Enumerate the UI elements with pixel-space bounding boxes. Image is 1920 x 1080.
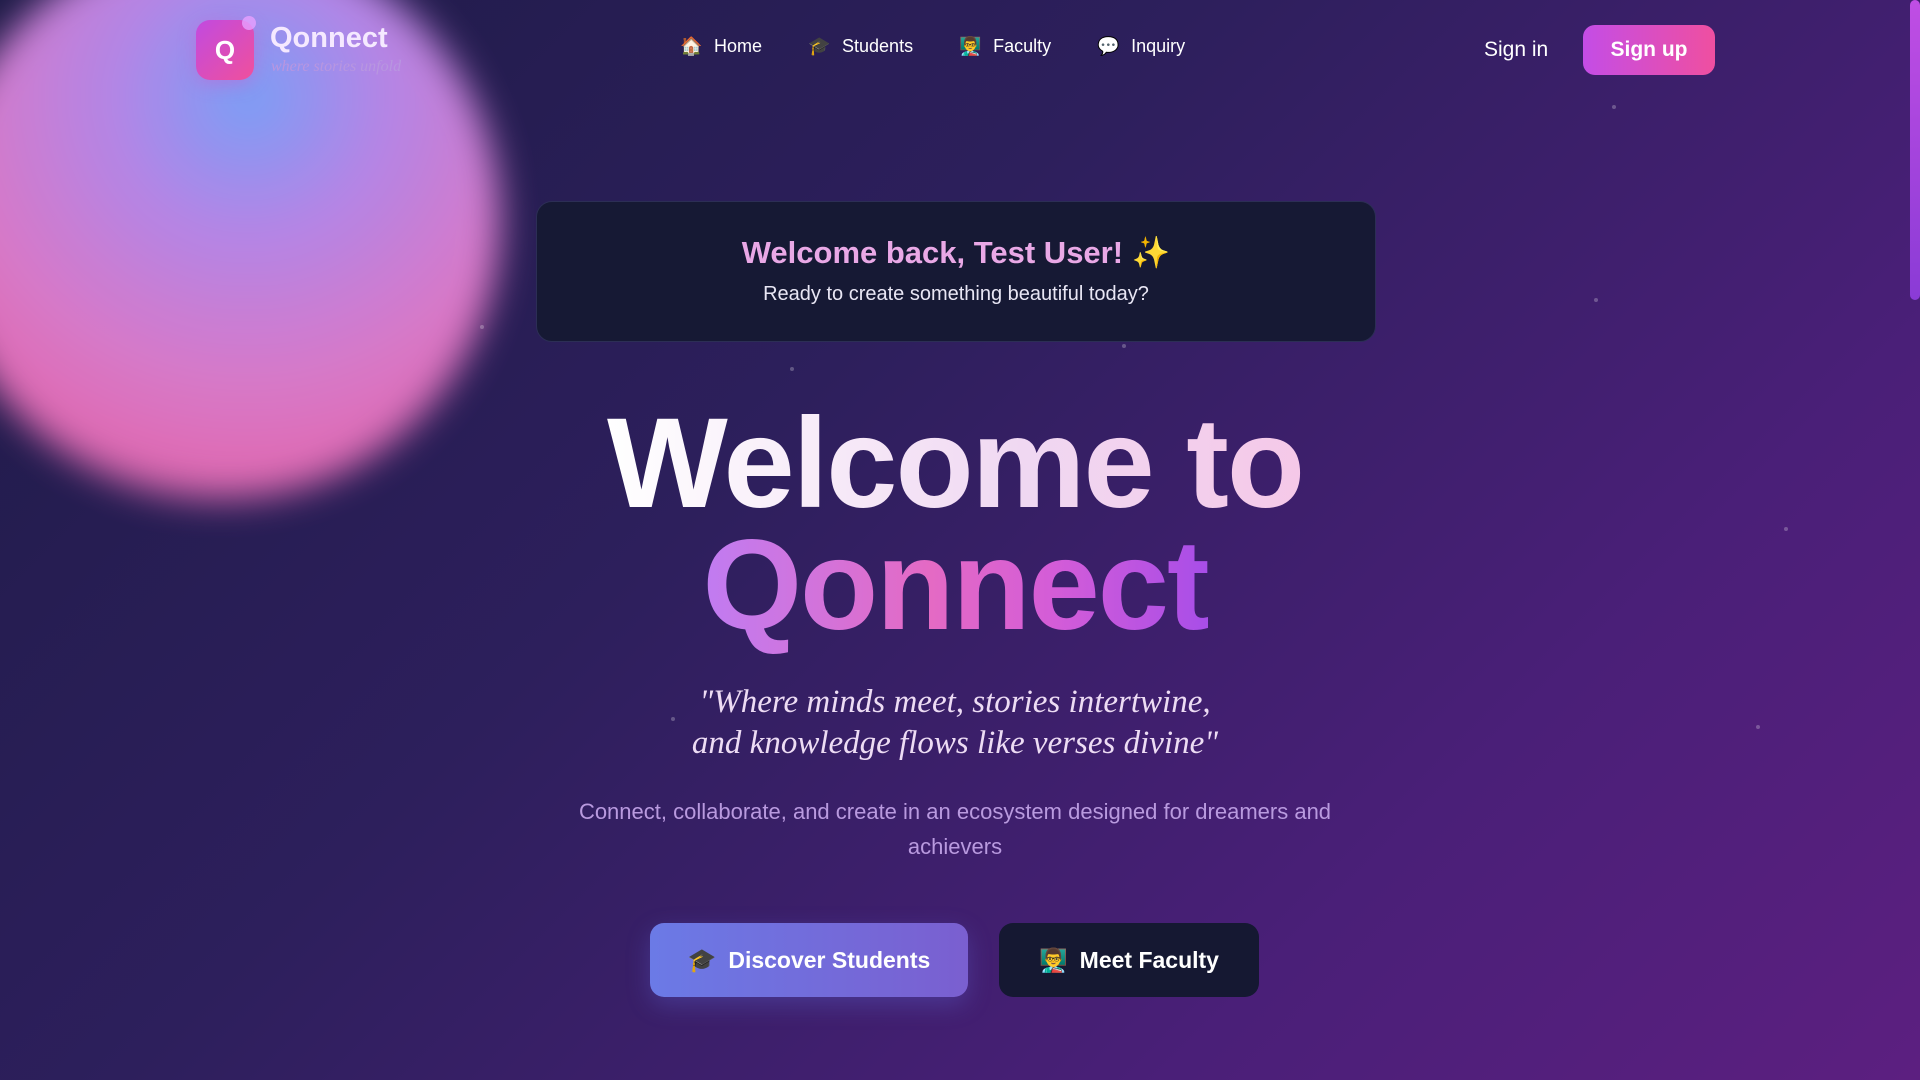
nav-item-label: Inquiry — [1131, 36, 1186, 56]
nav-item-home[interactable]: 🏠 Home — [680, 36, 762, 57]
nav-item-students[interactable]: 🎓 Students — [808, 36, 913, 57]
welcome-back-title: Welcome back, Test User! ✨ — [741, 235, 1171, 270]
brand-tagline: where stories unfold — [271, 58, 402, 75]
decorative-dot — [1612, 105, 1616, 109]
decorative-dot — [1594, 298, 1598, 302]
logo-letter: Q — [214, 34, 236, 65]
sign-in-link[interactable]: Sign in — [1484, 38, 1548, 62]
discover-students-button[interactable]: 🎓 Discover Students — [650, 923, 968, 997]
logo-sparkle-dot — [242, 16, 256, 30]
speech-bubble-icon: 💬 — [1097, 36, 1120, 56]
nav-item-label: Faculty — [993, 36, 1052, 56]
graduation-cap-icon: 🎓 — [808, 36, 831, 56]
hero-quote-line2: and knowledge flows like verses divine" — [691, 725, 1219, 761]
welcome-back-card: Welcome back, Test User! ✨ Ready to crea… — [536, 201, 1376, 342]
nav-links: 🏠 Home 🎓 Students 👨‍🏫 Faculty 💬 Inquiry — [680, 36, 1185, 57]
graduation-cap-icon: 🎓 — [687, 946, 717, 973]
nav-item-label: Students — [842, 36, 914, 56]
sign-up-button[interactable]: Sign up — [1583, 25, 1715, 75]
teacher-icon: 👨‍🏫 — [1039, 946, 1068, 973]
decorative-dot — [790, 367, 794, 371]
decorative-dot — [480, 325, 484, 329]
nav-item-label: Home — [714, 36, 763, 56]
brand-name[interactable]: Qonnect — [270, 22, 388, 55]
hero-quote: "Where minds meet, stories intertwine, a… — [0, 682, 1910, 764]
discover-students-label: Discover Students — [728, 946, 931, 973]
hero-description: Connect, collaborate, and create in an e… — [578, 799, 1332, 859]
nav-item-inquiry[interactable]: 💬 Inquiry — [1097, 36, 1185, 57]
meet-faculty-button[interactable]: 👨‍🏫 Meet Faculty — [999, 923, 1259, 997]
teacher-icon: 👨‍🏫 — [959, 36, 982, 56]
hero-quote-line1: "Where minds meet, stories intertwine, — [699, 684, 1211, 720]
nav-item-faculty[interactable]: 👨‍🏫 Faculty — [959, 36, 1051, 57]
welcome-back-subtitle: Ready to create something beautiful toda… — [763, 283, 1149, 305]
decorative-dot — [1122, 344, 1126, 348]
page-scrollbar-thumb[interactable] — [1910, 0, 1920, 300]
hero-heading-line2: Qonnect — [0, 516, 1910, 656]
top-navigation: Q Qonnect where stories unfold 🏠 Home 🎓 … — [0, 0, 1910, 100]
meet-faculty-label: Meet Faculty — [1079, 946, 1219, 973]
hero-brand-text: Qonnect — [702, 514, 1209, 657]
home-icon: 🏠 — [680, 36, 703, 56]
hero-heading-line1: Welcome to — [0, 394, 1910, 534]
